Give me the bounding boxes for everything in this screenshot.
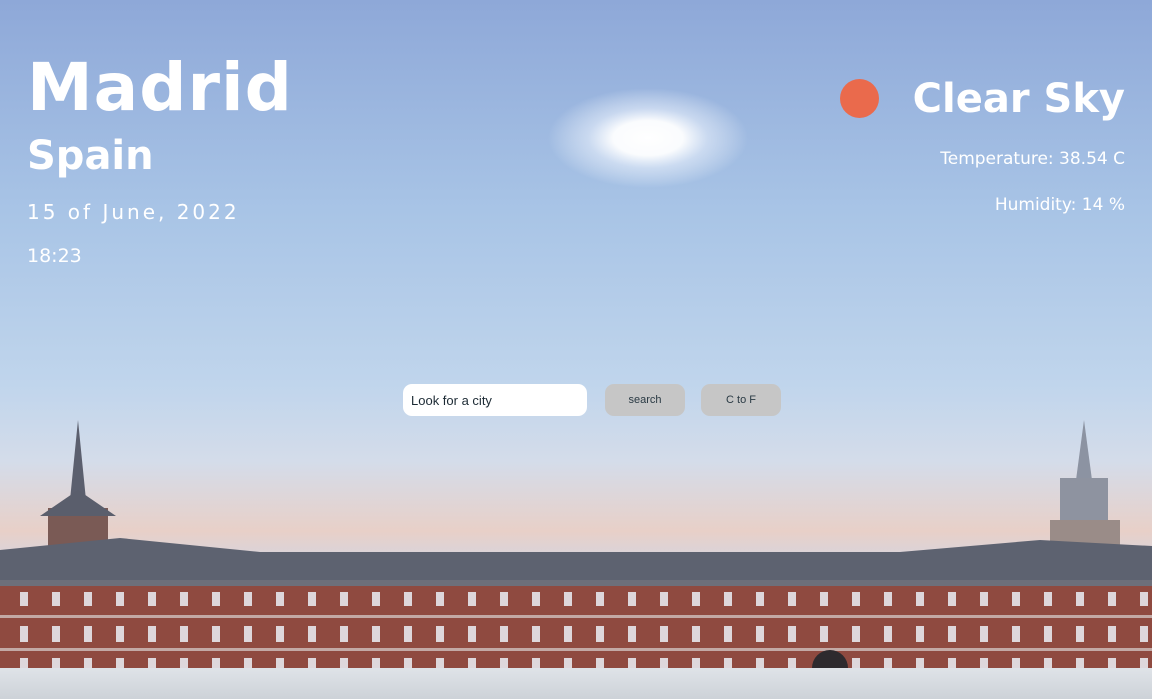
sun-image (548, 88, 748, 188)
current-time: 18:23 (27, 245, 82, 267)
plaza-buildings-image (0, 420, 1152, 699)
temperature-readout: Temperature: 38.54 C (940, 149, 1125, 169)
weather-icon (840, 79, 879, 118)
unit-toggle-button[interactable]: C to F (701, 384, 781, 416)
humidity-readout: Humidity: 14 % (994, 195, 1125, 215)
search-button[interactable]: search (605, 384, 685, 416)
country-name: Spain (27, 133, 154, 179)
city-name: Madrid (27, 49, 293, 126)
pavement (0, 668, 1152, 699)
current-date: 15 of June, 2022 (27, 200, 240, 224)
weather-condition: Clear Sky (912, 76, 1125, 122)
city-search-input[interactable] (403, 384, 587, 416)
